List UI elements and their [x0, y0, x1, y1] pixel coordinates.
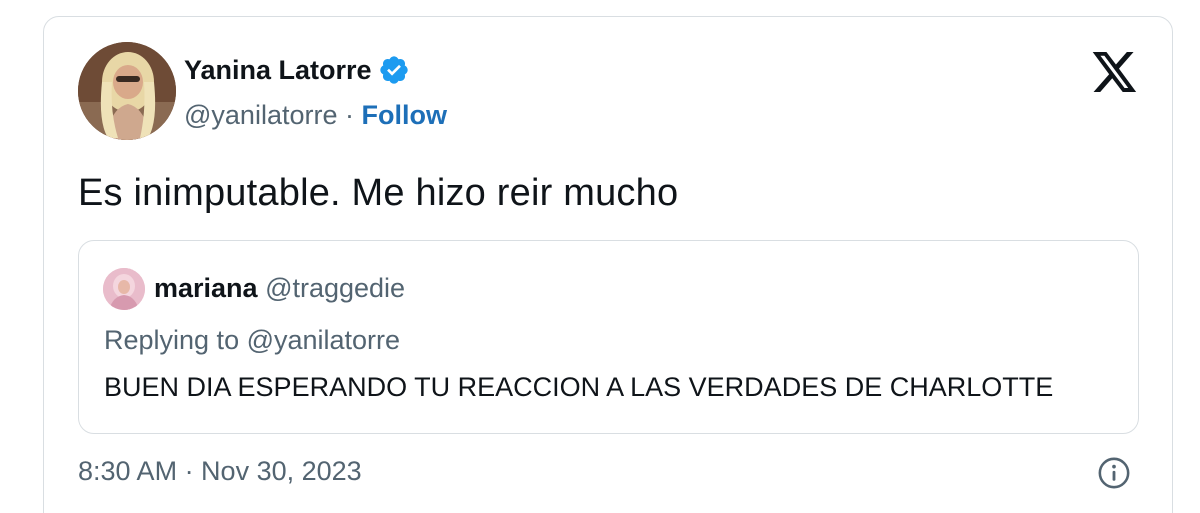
author-handle[interactable]: @yanilatorre	[184, 100, 337, 130]
author-name[interactable]: Yanina Latorre	[184, 54, 410, 86]
quoted-author-handle[interactable]: @traggedie	[265, 273, 405, 303]
info-icon[interactable]	[1097, 456, 1131, 490]
handle-separator: ·	[337, 100, 362, 130]
tweet-text: Es inimputable. Me hizo reir mucho	[78, 172, 679, 214]
author-avatar[interactable]	[78, 42, 176, 140]
x-logo-icon[interactable]	[1092, 52, 1138, 92]
verified-badge-icon	[378, 54, 410, 86]
quoted-replying-to: Replying to @yanilatorre	[104, 325, 401, 355]
quoted-author-avatar[interactable]	[103, 268, 145, 310]
quoted-author-name[interactable]: mariana	[154, 273, 258, 303]
follow-button[interactable]: Follow	[361, 100, 446, 130]
tweet-timestamp[interactable]: 8:30 AM · Nov 30, 2023	[78, 456, 362, 487]
author-handle-row: @yanilatorre · Follow	[184, 100, 447, 131]
quoted-tweet-text: BUEN DIA ESPERANDO TU REACCION A LAS VER…	[104, 372, 1054, 402]
author-name-label: Yanina Latorre	[184, 54, 372, 85]
quoted-author: mariana @traggedie	[154, 273, 405, 304]
